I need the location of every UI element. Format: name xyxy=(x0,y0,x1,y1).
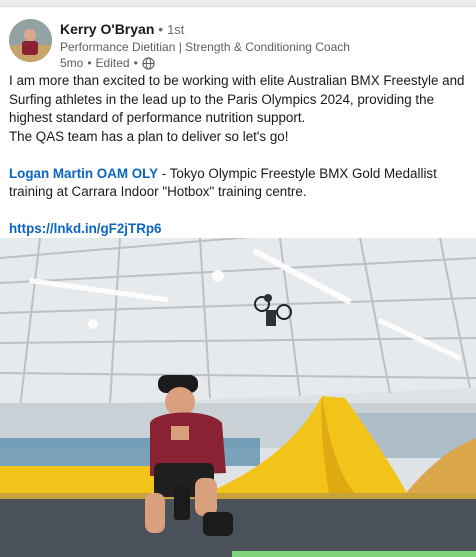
post-link[interactable]: https://lnkd.in/gF2jTRp6 xyxy=(9,221,162,236)
meta-separator: • xyxy=(133,56,138,70)
mention-paragraph: Logan Martin OAM OLY - Tokyo Olympic Fre… xyxy=(9,165,471,202)
meta-separator: • xyxy=(87,56,92,70)
mention-link[interactable]: Logan Martin OAM OLY xyxy=(9,166,158,181)
name-separator: • xyxy=(158,21,164,37)
post-body: I am more than excited to be working wit… xyxy=(9,72,471,239)
bottom-bar xyxy=(232,551,476,557)
post-image[interactable] xyxy=(0,238,476,557)
edited-label: Edited xyxy=(95,56,130,70)
post-paragraph: The QAS team has a plan to deliver so le… xyxy=(9,128,289,144)
author-avatar[interactable] xyxy=(9,19,52,62)
post-paragraph: I am more than excited to be working wit… xyxy=(9,73,465,125)
author-name[interactable]: Kerry O'Bryan xyxy=(60,21,154,37)
connection-degree: 1st xyxy=(167,22,185,37)
post-time: 5mo xyxy=(60,56,84,70)
post-card: Kerry O'Bryan • 1st Performance Dietitia… xyxy=(0,6,476,557)
post-meta: 5mo • Edited • xyxy=(60,56,155,70)
post-header: Kerry O'Bryan • 1st Performance Dietitia… xyxy=(9,19,469,70)
author-name-line: Kerry O'Bryan • 1st xyxy=(60,21,184,37)
author-headline: Performance Dietitian | Strength & Condi… xyxy=(60,40,350,54)
globe-icon xyxy=(142,56,155,70)
